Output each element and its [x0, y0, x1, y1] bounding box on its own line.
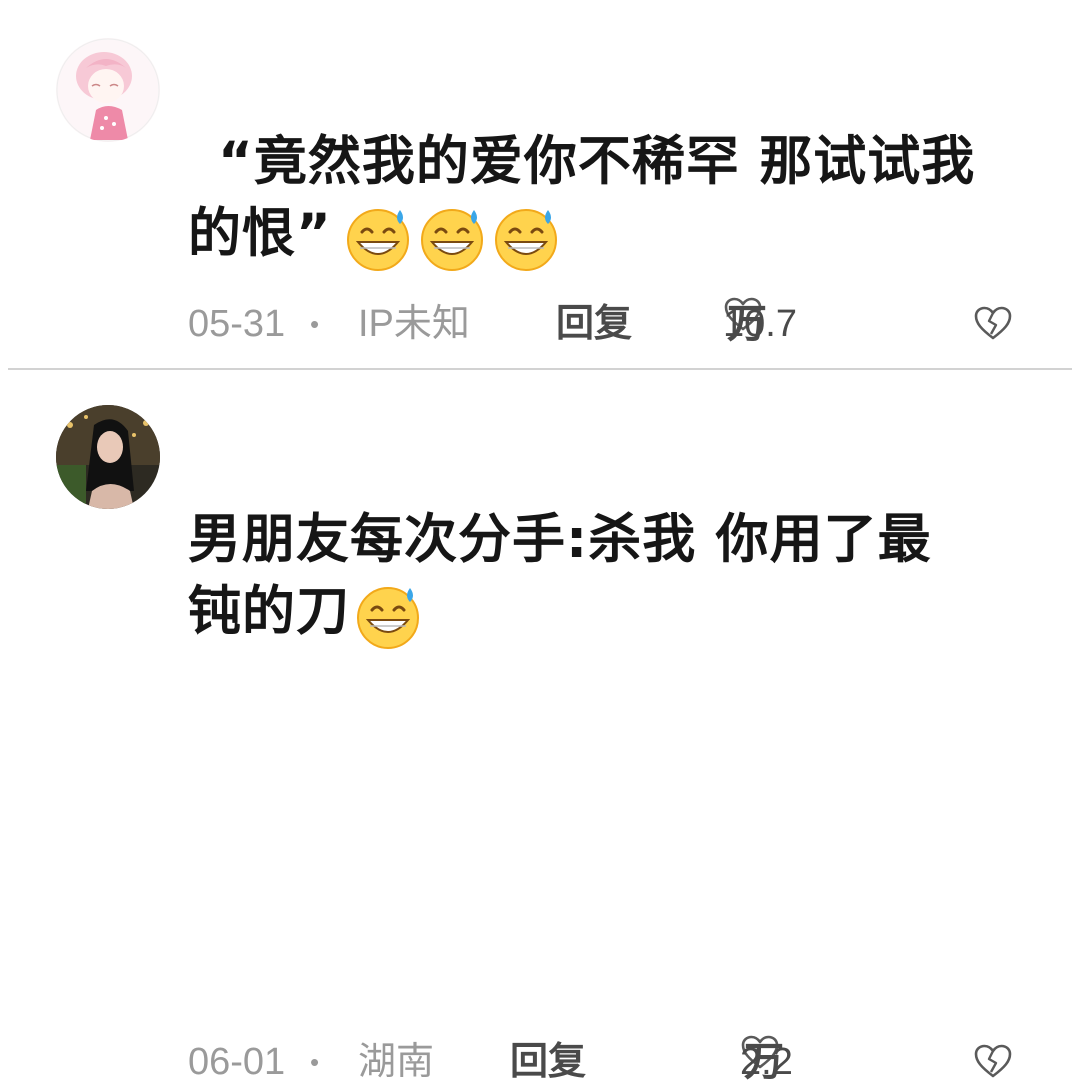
emoji-group: [342, 199, 564, 273]
comment-text-line-2: 钝的刀: [188, 576, 1018, 652]
comment-text-line: “竟然我的爱你不稀罕 那试试我: [218, 131, 976, 192]
comment-text: 男朋友每次分手:杀我 你用了最 钝的刀: [188, 504, 1018, 652]
comment-date: 05-31: [188, 303, 286, 345]
grin-sweat-emoji: [352, 580, 424, 652]
grin-sweat-emoji: [490, 202, 562, 274]
comment-text-line-2: 的恨”: [188, 198, 1018, 274]
comment-text-tail: 的恨”: [188, 203, 332, 264]
comment-date: 06-01: [188, 1041, 286, 1083]
meta-separator: •: [310, 309, 320, 339]
broken-heart-icon: [974, 306, 1012, 340]
broken-heart-icon: [974, 1044, 1012, 1078]
user-avatar[interactable]: [56, 38, 160, 142]
comment-text: “竟然我的爱你不稀罕 那试试我 的恨”: [188, 126, 1018, 274]
comment-text-line: 男朋友每次分手:杀我 你用了最: [188, 509, 932, 570]
comment-divider: [8, 368, 1072, 370]
emoji-group: [352, 577, 426, 651]
comment-meta: 05-31 • IP未知 回复 10.7 万: [188, 296, 1028, 352]
grin-sweat-emoji: [416, 202, 488, 274]
meta-separator: •: [310, 1047, 320, 1077]
like-button[interactable]: 2.2 万: [740, 1034, 793, 1084]
ip-location: IP未知: [358, 303, 470, 345]
reply-button[interactable]: 回复: [510, 1034, 586, 1090]
grin-sweat-emoji: [342, 202, 414, 274]
avatar-image: [56, 38, 160, 142]
ip-location: 湖南: [358, 1041, 435, 1083]
dislike-button[interactable]: [973, 1042, 1013, 1080]
dislike-button[interactable]: [973, 304, 1013, 342]
comment-item: “竟然我的爱你不稀罕 那试试我 的恨” 05-31 • IP未知 回复 10.7…: [0, 0, 1080, 369]
like-count-unit: 万: [744, 1040, 784, 1084]
like-button[interactable]: 10.7 万: [723, 296, 797, 346]
comment-item: 男朋友每次分手:杀我 你用了最 钝的刀 06-01 • 湖南 回复 2.2 万: [0, 372, 1080, 1084]
comment-text-tail: 钝的刀: [188, 581, 350, 642]
avatar-image: [56, 405, 160, 509]
comment-meta: 06-01 • 湖南 回复 2.2 万: [188, 1034, 1028, 1090]
user-avatar[interactable]: [56, 405, 160, 509]
reply-button[interactable]: 回复: [556, 296, 632, 352]
like-count-unit: 万: [727, 302, 767, 346]
